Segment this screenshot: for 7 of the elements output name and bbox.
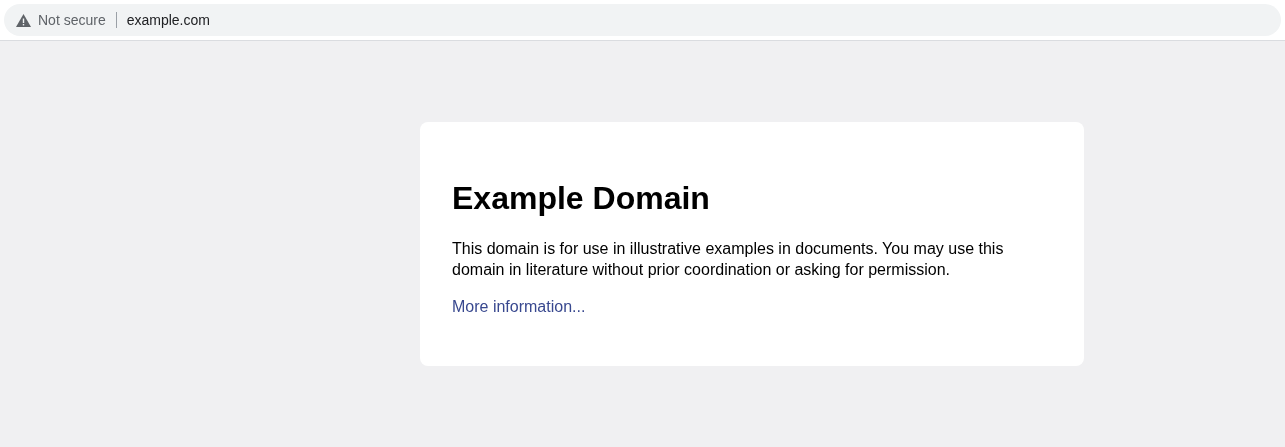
description-paragraph: This domain is for use in illustrative examples in documents. You may use this domain in literature without prior coordination or asking for permission.	[452, 239, 1005, 280]
warning-icon[interactable]	[16, 13, 31, 27]
more-information-link[interactable]: More information...	[452, 295, 586, 319]
url-text[interactable]: example.com	[126, 9, 210, 31]
address-bar[interactable]: Not secure example.com	[4, 4, 1281, 36]
security-status: Not secure	[38, 10, 106, 30]
page-heading: Example Domain	[452, 179, 711, 218]
